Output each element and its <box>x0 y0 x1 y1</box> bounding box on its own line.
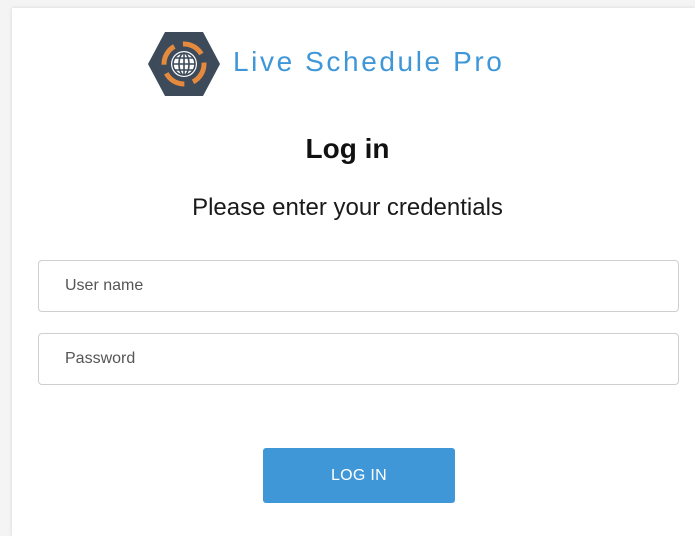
password-input[interactable] <box>38 333 679 385</box>
hexagon-globe-logo-icon <box>147 30 221 98</box>
username-input[interactable] <box>38 260 679 312</box>
page-subtitle: Please enter your credentials <box>192 194 503 221</box>
page-title: Log in <box>305 133 390 164</box>
brand-header: Live Schedule Pro <box>147 30 504 98</box>
app-name: Live Schedule Pro <box>233 46 505 77</box>
login-button[interactable]: LOG IN <box>263 448 455 503</box>
